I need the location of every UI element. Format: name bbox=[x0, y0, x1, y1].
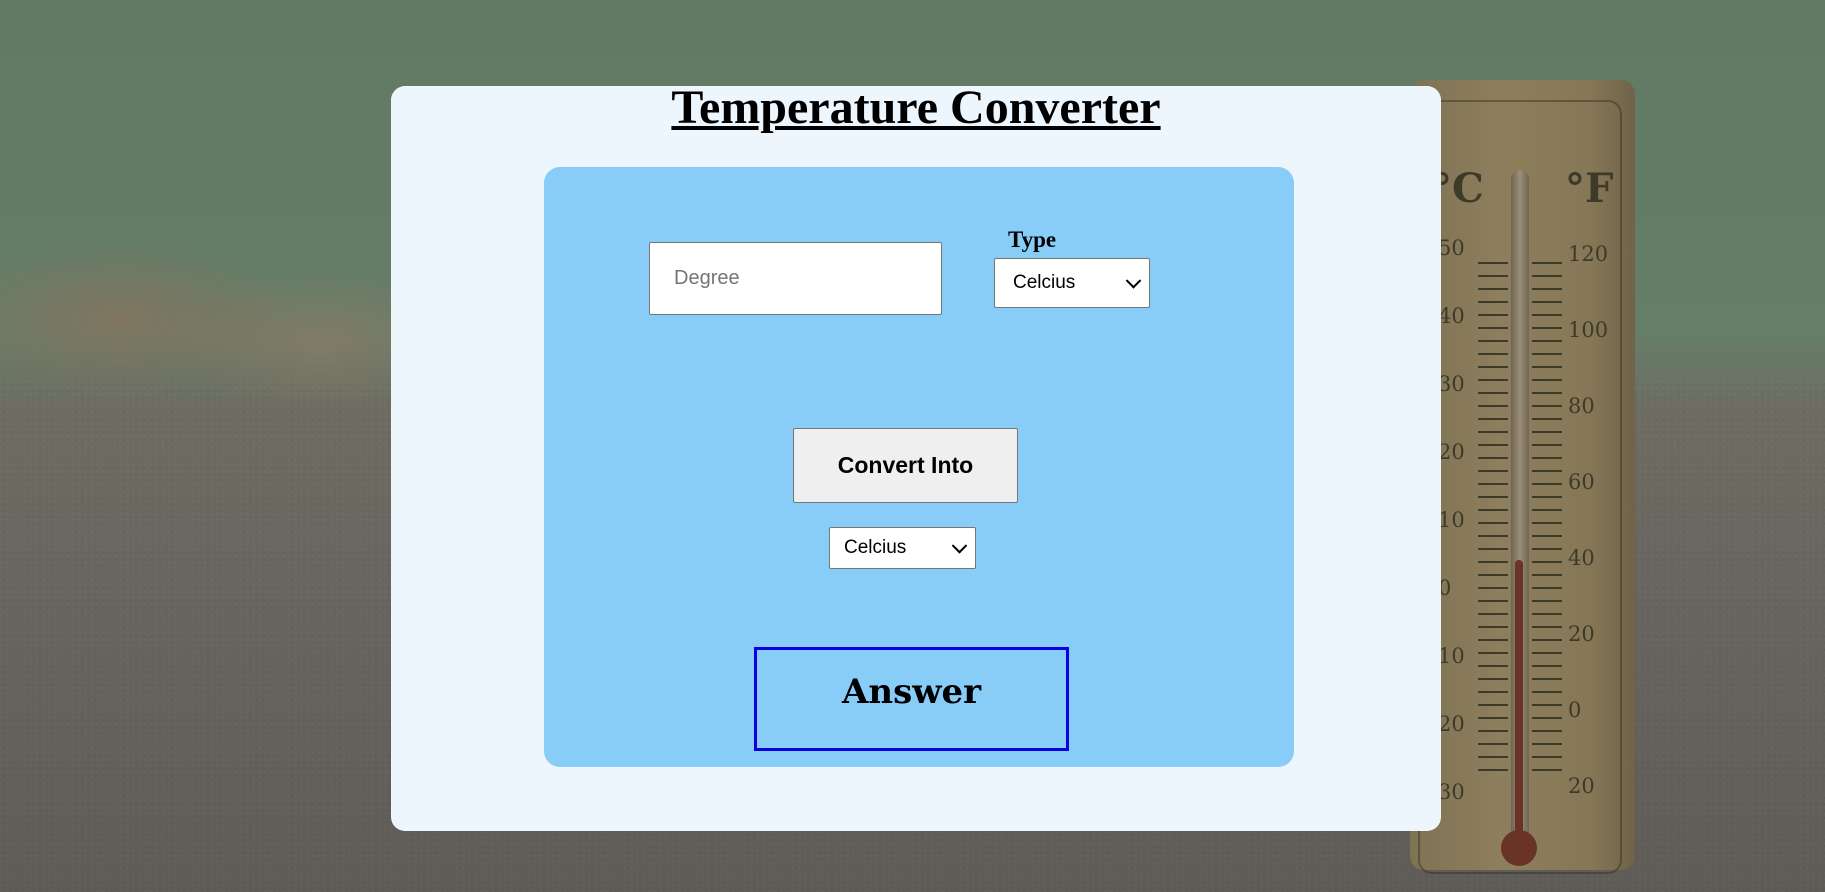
thermometer-bulb bbox=[1501, 830, 1537, 866]
fahrenheit-ticks bbox=[1532, 262, 1562, 782]
beach-people bbox=[0, 200, 400, 400]
thermometer-unit-fahrenheit: °F bbox=[1565, 165, 1614, 212]
type-select[interactable]: Celcius bbox=[994, 258, 1150, 308]
fahrenheit-scale-label: 20 bbox=[1568, 622, 1595, 646]
celsius-scale-label: 50 bbox=[1438, 236, 1465, 260]
celsius-scale-label: 40 bbox=[1438, 304, 1465, 328]
celsius-scale-label: 20 bbox=[1438, 440, 1465, 464]
celsius-scale-label: 30 bbox=[1438, 372, 1465, 396]
chevron-down-icon bbox=[1125, 273, 1142, 289]
fahrenheit-scale-label: 60 bbox=[1568, 470, 1595, 494]
degree-input[interactable] bbox=[649, 242, 942, 315]
fahrenheit-scale-label: 120 bbox=[1568, 242, 1609, 266]
celsius-scale-label: 10 bbox=[1438, 508, 1465, 532]
celsius-scale-label: 10 bbox=[1438, 644, 1465, 668]
celsius-ticks bbox=[1478, 262, 1508, 782]
page-title: Temperature Converter bbox=[671, 81, 1161, 134]
celsius-scale-label: 20 bbox=[1438, 712, 1465, 736]
fahrenheit-scale-label: 80 bbox=[1568, 394, 1595, 418]
convert-into-button[interactable]: Convert Into bbox=[793, 428, 1018, 503]
answer-box: Answer bbox=[754, 647, 1069, 751]
celsius-scale-label: 30 bbox=[1438, 780, 1465, 804]
chevron-down-icon bbox=[951, 538, 968, 554]
type-select-value: Celcius bbox=[1013, 272, 1076, 293]
answer-text: Answer bbox=[841, 672, 982, 712]
fahrenheit-scale-label: 100 bbox=[1568, 318, 1609, 342]
type-label: Type bbox=[1008, 227, 1057, 252]
target-select-value: Celcius bbox=[844, 537, 907, 558]
target-select[interactable]: Celcius bbox=[829, 527, 976, 569]
fahrenheit-scale-label: 40 bbox=[1568, 546, 1595, 570]
thermometer-mercury bbox=[1515, 560, 1523, 840]
fahrenheit-scale-label: 20 bbox=[1568, 774, 1595, 798]
fahrenheit-scale-label: 0 bbox=[1568, 698, 1582, 722]
